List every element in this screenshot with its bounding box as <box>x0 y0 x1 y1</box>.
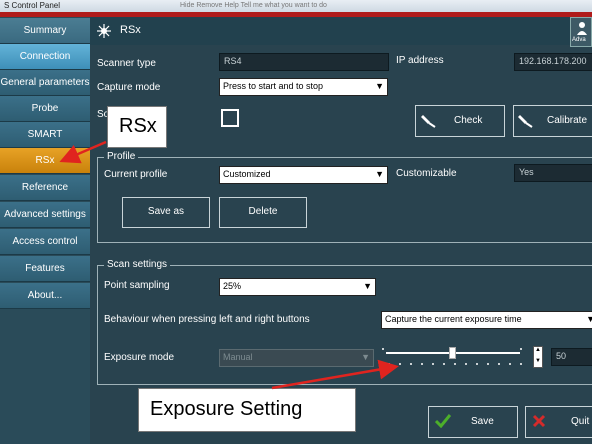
annotation-arrows <box>59 140 399 390</box>
rsx-arrow <box>59 140 107 164</box>
exposure-arrow <box>271 359 399 390</box>
